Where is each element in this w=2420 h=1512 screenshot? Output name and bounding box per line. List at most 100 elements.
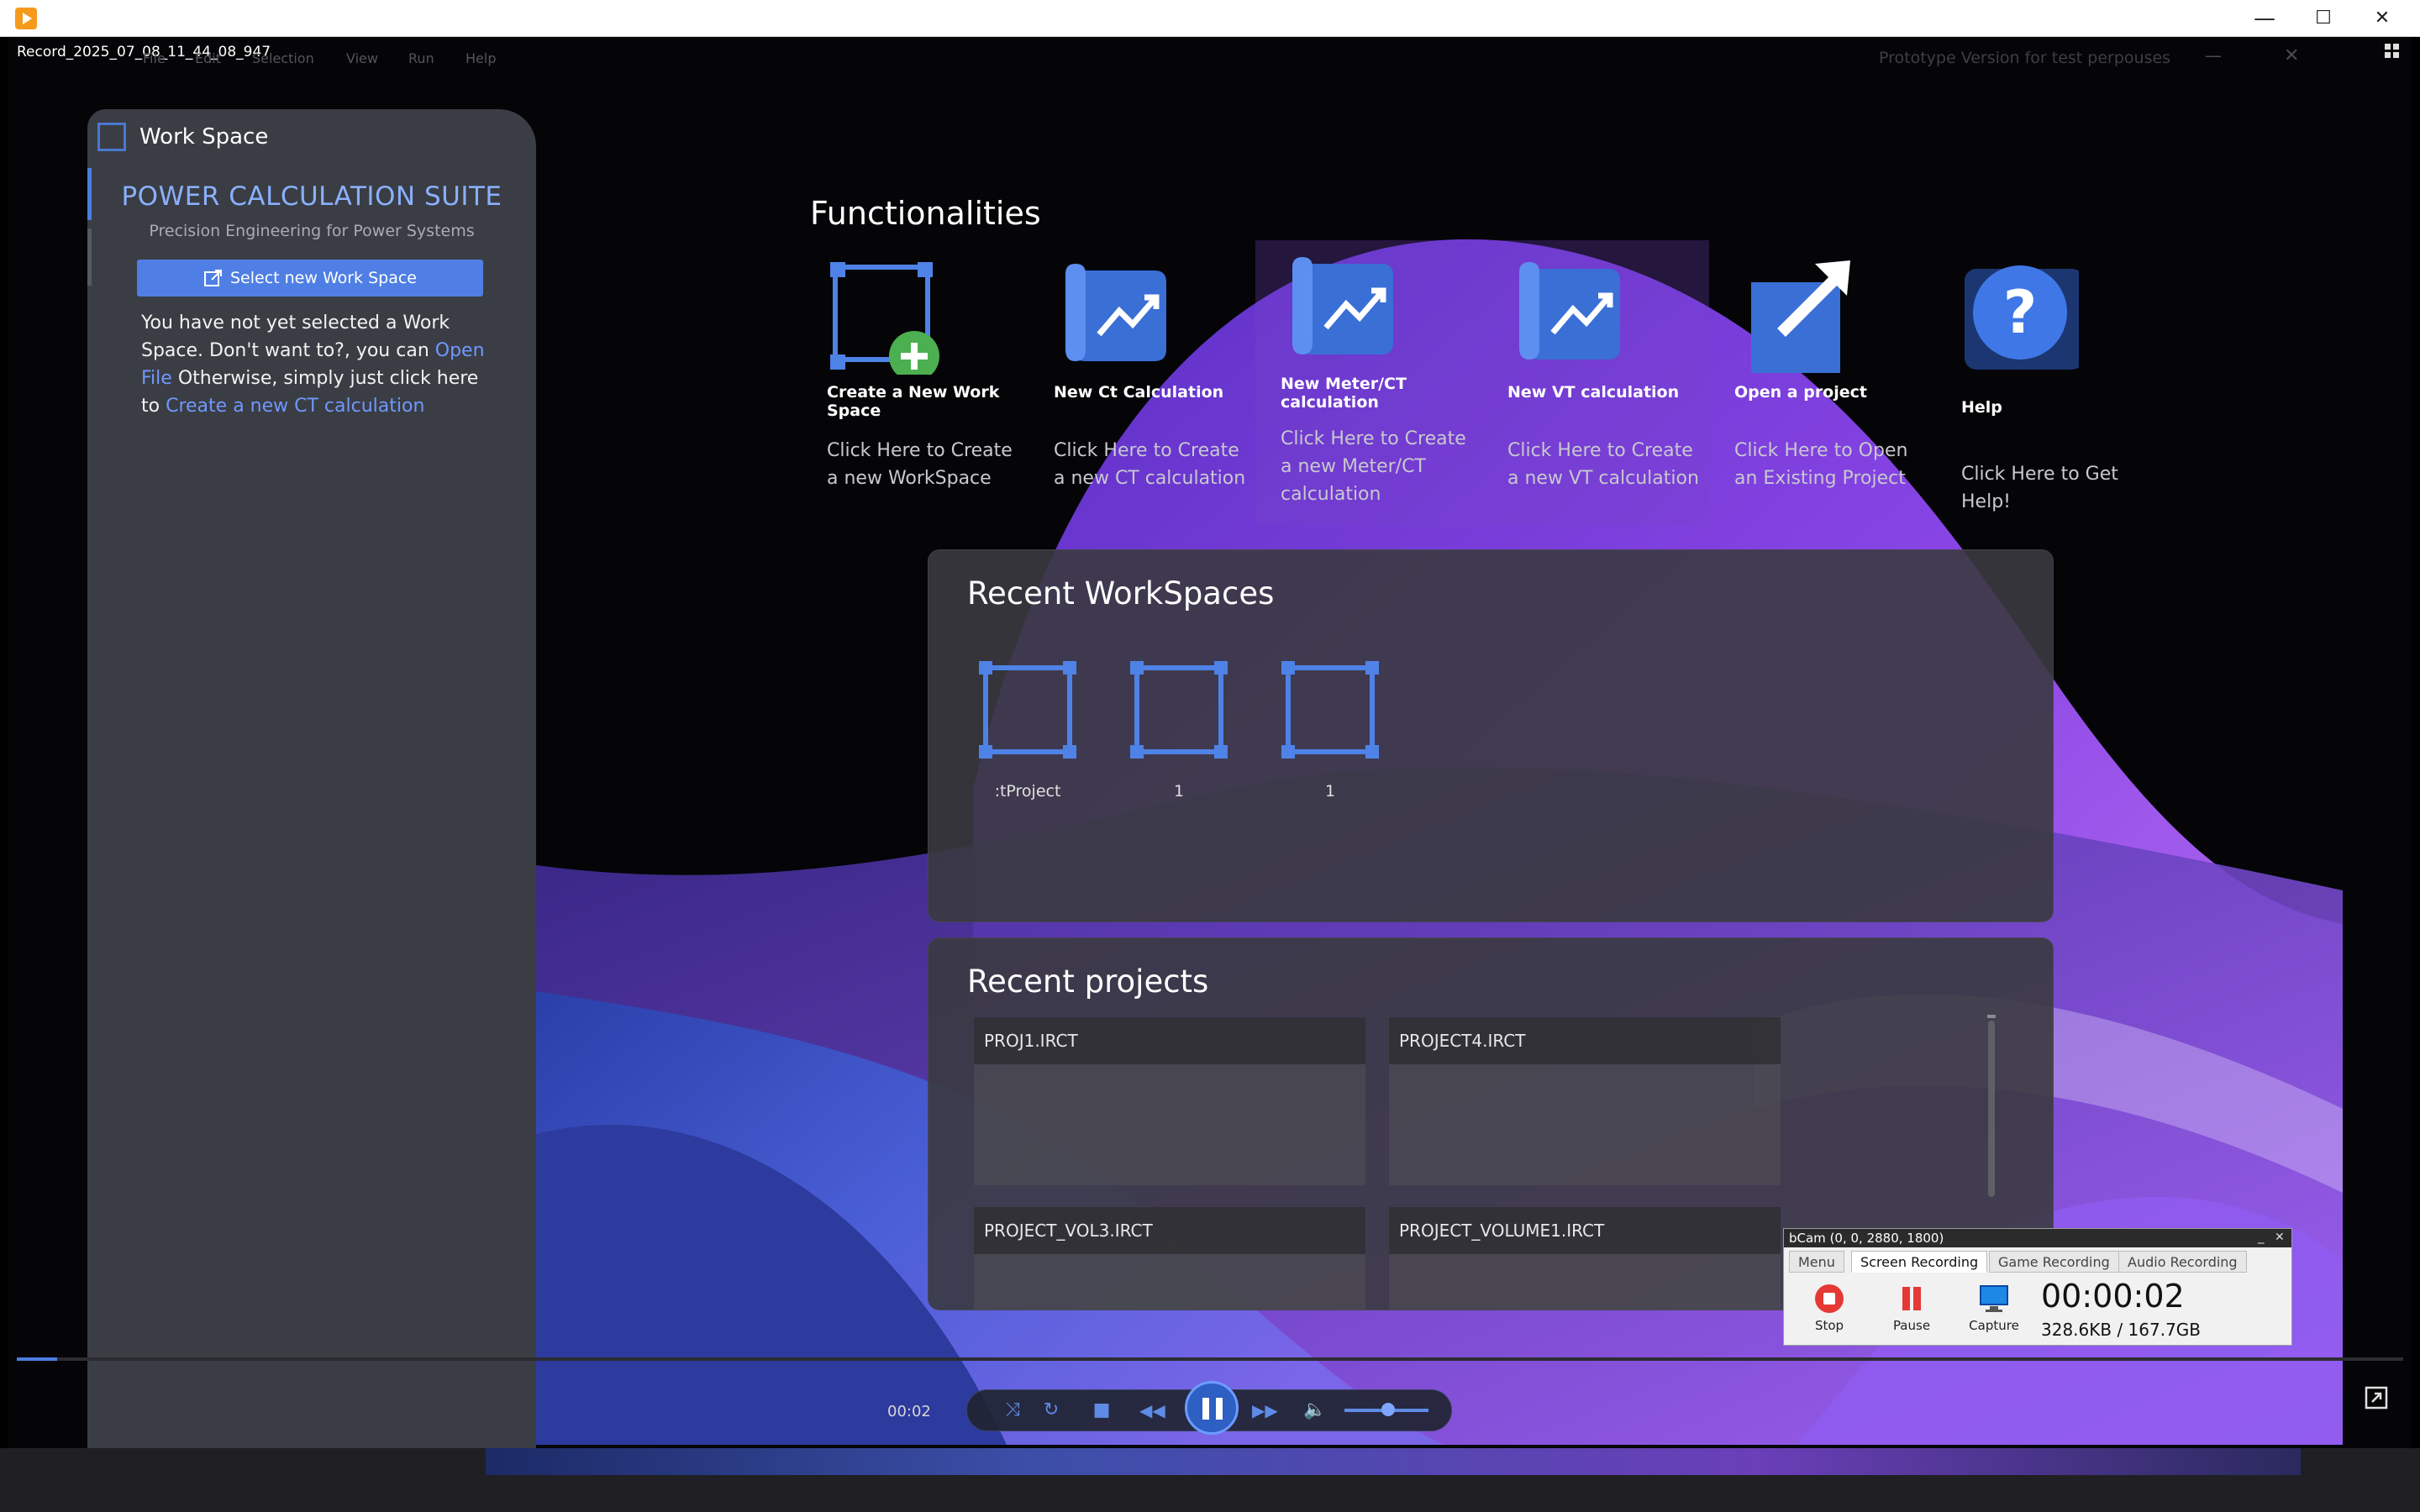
recording-timer: 00:00:02 bbox=[2041, 1278, 2185, 1315]
tile-new-ct-calculation[interactable]: New Ct Calculation Click Here to Create … bbox=[1028, 242, 1255, 528]
tile-name: Create a New Work Space bbox=[827, 383, 1000, 420]
stop-icon[interactable]: ■ bbox=[1089, 1398, 1114, 1423]
suite-title: POWER CALCULATION SUITE bbox=[121, 181, 502, 212]
grid-icon[interactable] bbox=[2385, 44, 2400, 59]
recorder-pause-label: Pause bbox=[1892, 1318, 1931, 1333]
select-workspace-button[interactable]: Select new Work Space bbox=[137, 260, 483, 297]
workspace-icon bbox=[97, 123, 126, 151]
seek-progress bbox=[17, 1357, 57, 1361]
sidebar-title: Work Space bbox=[139, 124, 269, 150]
pause-record-icon bbox=[1902, 1287, 1921, 1310]
mini-player-icon[interactable] bbox=[2365, 1386, 2388, 1410]
tile-help[interactable]: ? Help Click Here to Get Help! bbox=[1936, 242, 2163, 528]
tile-name: Help bbox=[1961, 398, 2002, 417]
menu-view[interactable]: View bbox=[346, 50, 378, 66]
tile-new-vt-calculation[interactable]: New VT calculation Click Here to Create … bbox=[1482, 240, 1709, 526]
tile-name: New Ct Calculation bbox=[1054, 383, 1224, 402]
recent-projects-title: Recent projects bbox=[967, 963, 1209, 1000]
project-card[interactable]: PROJECT_VOLUME1.IRCT bbox=[1389, 1207, 1781, 1310]
recorder-stop-label: Stop bbox=[1814, 1318, 1844, 1333]
project-name: PROJECT4.IRCT bbox=[1389, 1017, 1781, 1064]
create-ct-link[interactable]: Create a new CT calculation bbox=[166, 396, 424, 417]
no-workspace-message: You have not yet selected a Work Space. … bbox=[141, 309, 486, 420]
workspace-label: 1 bbox=[1324, 782, 1336, 801]
recorder-minimize-button[interactable]: _ bbox=[2258, 1229, 2265, 1244]
tile-description: Click Here to Create a new Meter/CT calc… bbox=[1281, 428, 1466, 505]
project-name: PROJECT_VOL3.IRCT bbox=[974, 1207, 1365, 1254]
workspace-label: 1 bbox=[1173, 782, 1185, 801]
recorder-capture-label: Capture bbox=[1969, 1318, 2019, 1333]
chart-document-icon bbox=[1065, 264, 1166, 361]
open-external-icon bbox=[203, 270, 222, 286]
pause-button[interactable] bbox=[1185, 1381, 1239, 1435]
tile-name: New VT calculation bbox=[1507, 383, 1680, 402]
tile-description: Click Here to Create a new WorkSpace bbox=[827, 440, 1013, 489]
repeat-icon[interactable]: ↻ bbox=[1039, 1398, 1064, 1423]
tile-new-meter-ct-calculation[interactable]: New Meter/CT calculation Click Here to C… bbox=[1255, 240, 1482, 526]
rewind-icon[interactable]: ◀◀ bbox=[1139, 1398, 1165, 1423]
chart-document-icon bbox=[1292, 257, 1393, 354]
open-external-icon bbox=[1751, 260, 1850, 373]
help-icon: ? bbox=[1965, 265, 2079, 370]
stop-record-icon bbox=[1815, 1284, 1844, 1313]
project-name: PROJECT_VOLUME1.IRCT bbox=[1389, 1207, 1781, 1254]
tile-description: Click Here to Create a new VT calculatio… bbox=[1507, 440, 1699, 489]
message-prefix: You have not yet selected a Work Space. … bbox=[141, 312, 450, 361]
workspace-icon bbox=[979, 661, 1076, 759]
recent-workspaces-panel: Recent WorkSpaces :tProject 1 1 bbox=[928, 549, 2054, 922]
seek-bar[interactable] bbox=[17, 1357, 2403, 1361]
tile-description: Click Here to Create a new CT calculatio… bbox=[1054, 440, 1246, 489]
recent-workspace-item[interactable]: 1 bbox=[1128, 659, 1229, 801]
project-card[interactable]: PROJECT_VOL3.IRCT bbox=[974, 1207, 1365, 1310]
tile-description: Click Here to Open an Existing Project bbox=[1734, 440, 1908, 489]
workspace-icon bbox=[1281, 661, 1379, 759]
projects-scrollbar[interactable] bbox=[1988, 1021, 1995, 1197]
menu-help[interactable]: Help bbox=[466, 50, 496, 66]
volume-knob[interactable] bbox=[1381, 1403, 1395, 1416]
tile-open-project[interactable]: Open a project Click Here to Open an Exi… bbox=[1709, 242, 1936, 528]
recorder-tab-menu[interactable]: Menu bbox=[1789, 1251, 1844, 1273]
select-workspace-label: Select new Work Space bbox=[229, 269, 418, 287]
recorder-widget: bCam (0, 0, 2880, 1800) _ ✕ Menu Screen … bbox=[1783, 1228, 2292, 1346]
svg-text:?: ? bbox=[2003, 278, 2038, 347]
recorder-title: bCam (0, 0, 2880, 1800) bbox=[1784, 1229, 2291, 1247]
recorder-capture-button[interactable]: Capture bbox=[1969, 1283, 2019, 1333]
tile-create-workspace[interactable]: Create a New Work Space Click Here to Cr… bbox=[802, 242, 1028, 528]
player-app-icon bbox=[15, 8, 37, 29]
scroll-up-arrow[interactable] bbox=[1987, 1015, 1996, 1018]
fast-forward-icon[interactable]: ▶▶ bbox=[1252, 1398, 1278, 1423]
monitor-capture-icon bbox=[1980, 1285, 2008, 1312]
menu-selection[interactable]: Selection bbox=[252, 50, 314, 66]
workspace-add-icon bbox=[830, 262, 939, 375]
recent-workspace-item[interactable]: 1 bbox=[1280, 659, 1381, 801]
project-card[interactable]: PROJECT4.IRCT bbox=[1389, 1017, 1781, 1185]
app-close-button[interactable]: ✕ bbox=[2284, 45, 2299, 66]
app-minimize-button[interactable]: — bbox=[2205, 45, 2222, 66]
maximize-button[interactable]: ☐ bbox=[2294, 0, 2353, 37]
recorder-tab-screen[interactable]: Screen Recording bbox=[1851, 1251, 1988, 1273]
menu-edit[interactable]: Edit bbox=[195, 50, 221, 66]
recorder-stop-button[interactable]: Stop bbox=[1804, 1283, 1854, 1333]
workspace-icon bbox=[1130, 661, 1228, 759]
chart-document-icon bbox=[1519, 262, 1620, 360]
tile-name: New Meter/CT calculation bbox=[1281, 375, 1407, 412]
suite-subtitle: Precision Engineering for Power Systems bbox=[149, 222, 475, 240]
recorder-close-button[interactable]: ✕ bbox=[2275, 1231, 2285, 1244]
minimize-button[interactable]: — bbox=[2235, 0, 2294, 37]
close-button[interactable]: ✕ bbox=[2353, 0, 2412, 37]
recent-workspace-item[interactable]: :tProject bbox=[977, 659, 1078, 801]
recorder-tab-game[interactable]: Game Recording bbox=[1989, 1251, 2119, 1273]
project-card[interactable]: PROJ1.IRCT bbox=[974, 1017, 1365, 1185]
menu-run[interactable]: Run bbox=[408, 50, 434, 66]
functionalities-heading: Functionalities bbox=[810, 195, 1041, 232]
shuffle-icon[interactable]: ⤨ bbox=[1000, 1398, 1025, 1423]
prototype-notice: Prototype Version for test perpouses bbox=[1879, 49, 2171, 67]
tile-description: Click Here to Get Help! bbox=[1961, 464, 2118, 512]
menu-file[interactable]: File bbox=[143, 50, 166, 66]
elapsed-time: 00:02 bbox=[887, 1403, 931, 1420]
recorder-pause-button[interactable]: Pause bbox=[1886, 1283, 1937, 1333]
recorder-tab-audio[interactable]: Audio Recording bbox=[2118, 1251, 2247, 1273]
project-name: PROJ1.IRCT bbox=[974, 1017, 1365, 1064]
workspace-label: :tProject bbox=[994, 782, 1061, 801]
volume-icon[interactable]: 🔈 bbox=[1302, 1398, 1328, 1423]
